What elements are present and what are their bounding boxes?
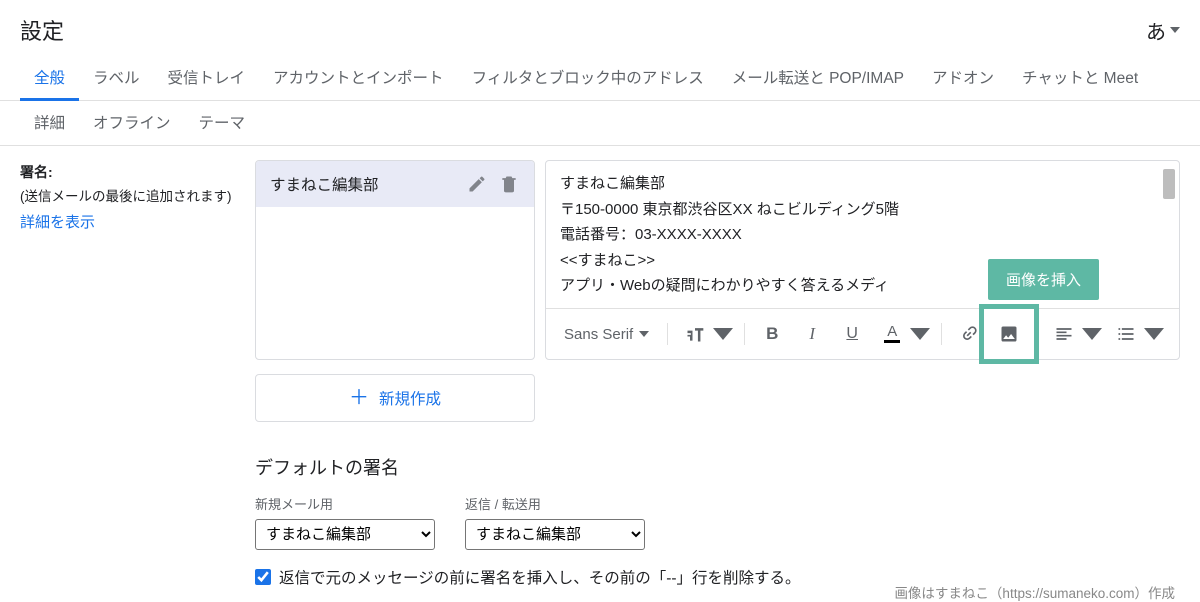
signature-hint: (送信メールの最後に追加されます) [20,185,255,209]
signature-left-column: 署名: (送信メールの最後に追加されます) 詳細を表示 [20,160,255,588]
underline-icon: U [846,325,858,343]
defaults-title: デフォルトの署名 [255,454,1180,480]
tabs-row-2: 詳細オフラインテーマ [0,101,1200,145]
tab-4[interactable]: フィルタとブロック中のアドレス [458,56,718,101]
editor-line: 〒150-0000 東京都渋谷区XX ねこビルディング5階 [560,197,1165,223]
link-icon [955,320,983,348]
tab-0[interactable]: 全般 [20,56,79,101]
text-color-icon: A [884,325,900,343]
new-signature-label: 新規作成 [379,387,441,409]
editor-line: 電話番号：03-XXXX-XXXX [560,222,1165,248]
tab2-1[interactable]: オフライン [79,101,185,146]
signature-editor: すまねこ編集部 〒150-0000 東京都渋谷区XX ねこビルディング5階 電話… [545,160,1180,360]
align-button[interactable] [1047,317,1081,351]
signature-item-name: すまねこ編集部 [270,173,456,195]
chevron-down-icon [910,324,930,344]
bold-button[interactable]: B [755,317,789,351]
page-title: 設定 [20,14,64,46]
toolbar-separator [744,323,745,345]
insert-image-button[interactable] [992,317,1026,351]
tab2-2[interactable]: テーマ [185,101,260,146]
editor-line: すまねこ編集部 [560,171,1165,197]
insert-before-checkbox[interactable] [255,569,271,585]
italic-icon: I [809,324,815,344]
align-left-icon [1054,324,1074,344]
italic-button[interactable]: I [795,317,829,351]
chevron-down-icon [713,324,733,344]
tab-3[interactable]: アカウントとインポート [259,56,458,101]
reply-default-label: 返信 / 転送用 [465,494,645,513]
tab-6[interactable]: アドオン [918,56,1008,101]
font-size-dropdown[interactable] [712,317,734,351]
text-color-dropdown[interactable] [909,317,931,351]
tab2-0[interactable]: 詳細 [20,101,79,146]
plus-icon: ＋ [349,388,369,408]
font-family-select[interactable]: Sans Serif [556,322,657,347]
signature-item[interactable]: すまねこ編集部 [256,161,534,207]
trash-icon [499,174,519,194]
chevron-down-icon [639,329,649,339]
underline-button[interactable]: U [835,317,869,351]
chevron-down-icon [1082,324,1102,344]
image-icon [999,324,1019,344]
bold-icon: B [766,324,778,344]
text-color-button[interactable]: A [875,317,909,351]
scrollbar-thumb[interactable] [1163,169,1175,199]
details-link[interactable]: 詳細を表示 [20,210,95,236]
attribution-text: 画像はすまねこ（https://sumaneko.com）作成 [894,582,1175,602]
font-size-button[interactable] [678,317,712,351]
signature-label: 署名: [20,160,255,185]
insert-link-button[interactable] [952,317,986,351]
toolbar-separator [667,323,668,345]
chevron-down-icon [1144,324,1164,344]
tab-7[interactable]: チャットと Meet [1008,56,1152,101]
new-mail-default-label: 新規メール用 [255,494,435,513]
signature-list: すまねこ編集部 [255,160,535,360]
new-signature-button[interactable]: ＋ 新規作成 [255,374,535,422]
pencil-icon [467,174,487,194]
tabs-row-1: 全般ラベル受信トレイアカウントとインポートフィルタとブロック中のアドレスメール転… [0,56,1200,101]
reply-default-select[interactable]: すまねこ編集部 [465,519,645,550]
chevron-down-icon [1170,25,1180,35]
toolbar-separator [1036,323,1037,345]
tab-1[interactable]: ラベル [79,56,154,101]
insert-image-tooltip: 画像を挿入 [988,259,1099,300]
numbered-list-icon [1116,324,1136,344]
edit-signature-button[interactable] [466,173,488,195]
align-dropdown[interactable] [1081,317,1103,351]
language-button[interactable]: あ [1146,16,1180,45]
delete-signature-button[interactable] [498,173,520,195]
new-mail-default-select[interactable]: すまねこ編集部 [255,519,435,550]
language-label: あ [1146,16,1166,45]
tab-5[interactable]: メール転送と POP/IMAP [718,56,918,101]
numbered-list-button[interactable] [1109,317,1143,351]
insert-before-label: 返信で元のメッセージの前に署名を挿入し、その前の「--」行を削除する。 [279,566,801,588]
tab-2[interactable]: 受信トレイ [154,56,260,101]
text-size-icon [685,324,705,344]
font-family-label: Sans Serif [564,326,633,343]
editor-toolbar: 画像を挿入 Sans Serif B I U [546,308,1179,359]
toolbar-separator [941,323,942,345]
list-dropdown[interactable] [1143,317,1165,351]
